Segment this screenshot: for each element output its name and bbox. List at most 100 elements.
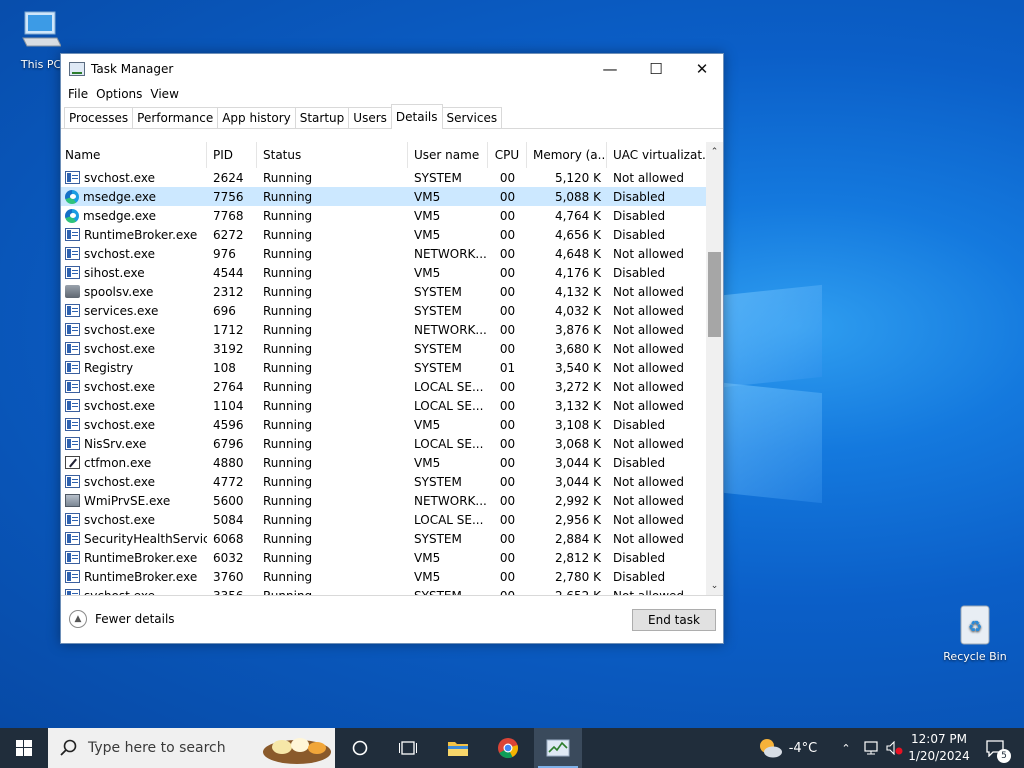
title-bar[interactable]: Task Manager — ☐ ✕ — [61, 54, 723, 84]
chrome-taskbar-button[interactable] — [488, 728, 528, 768]
cpu-cell: 00 — [499, 531, 516, 546]
column-header-memory[interactable]: Memory (a... — [527, 142, 607, 168]
process-name-cell: WmiPrvSE.exe — [61, 491, 207, 510]
fewer-details-button[interactable]: ▲ Fewer details — [69, 610, 175, 628]
tab-users[interactable]: Users — [348, 107, 392, 128]
file-explorer-taskbar-button[interactable] — [438, 728, 478, 768]
table-row[interactable]: WmiPrvSE.exe 5600 Running NETWORK... 00 2,992… — [61, 491, 723, 510]
process-name: RuntimeBroker.exe — [84, 550, 198, 565]
uac-virtualization-cell: Disabled — [613, 227, 666, 242]
table-row[interactable]: svchost.exe 3192 Running SYSTEM 00 3,680 K Not… — [61, 339, 723, 358]
process-name: sihost.exe — [84, 265, 145, 280]
notification-center-button[interactable]: 5 — [980, 728, 1011, 768]
tab-processes[interactable]: Processes — [64, 107, 134, 128]
status-cell: Running — [263, 322, 313, 337]
table-row[interactable]: RuntimeBroker.exe 6032 Running VM5 00 2,812 K… — [61, 548, 723, 567]
table-row[interactable]: spoolsv.exe 2312 Running SYSTEM 00 4,132 K Not… — [61, 282, 723, 301]
column-header-uac-virtualization[interactable]: UAC virtualizat... — [607, 142, 707, 168]
column-header-name[interactable]: Name — [61, 142, 207, 168]
table-row[interactable]: RuntimeBroker.exe 6272 Running VM5 00 4,656 K… — [61, 225, 723, 244]
service-icon — [65, 570, 80, 583]
user-name-cell: SYSTEM — [414, 341, 462, 356]
process-name-cell: svchost.exe — [61, 586, 207, 595]
table-row[interactable]: msedge.exe 7768 Running VM5 00 4,764 K Disable… — [61, 206, 723, 225]
tab-performance[interactable]: Performance — [132, 107, 219, 128]
weather-partly-cloudy-icon — [759, 739, 782, 758]
table-row[interactable]: RuntimeBroker.exe 3760 Running VM5 00 2,780 K… — [61, 567, 723, 586]
end-task-button[interactable]: End task — [632, 609, 716, 631]
vertical-scrollbar[interactable]: ⌃ ⌄ — [706, 142, 723, 595]
tab-startup[interactable]: Startup — [294, 107, 350, 128]
table-row[interactable]: NisSrv.exe 6796 Running LOCAL SE... 00 3,068 … — [61, 434, 723, 453]
weather-widget[interactable]: -4°C — [752, 728, 822, 768]
table-row[interactable]: SecurityHealthServic... 6068 Running SYSTEM… — [61, 529, 723, 548]
status-cell: Running — [263, 246, 313, 261]
service-icon — [65, 513, 80, 526]
status-cell: Running — [263, 170, 313, 185]
scroll-down-arrow-icon[interactable]: ⌄ — [706, 578, 723, 594]
table-row[interactable]: services.exe 696 Running SYSTEM 00 4,032 K Not… — [61, 301, 723, 320]
table-row[interactable]: ctfmon.exe 4880 Running VM5 00 3,044 K Disable… — [61, 453, 723, 472]
task-manager-taskbar-button[interactable] — [534, 728, 582, 768]
process-name-cell: svchost.exe — [61, 244, 207, 263]
start-button[interactable] — [0, 728, 48, 768]
pid-cell: 108 — [213, 360, 236, 375]
memory-cell: 5,120 K — [554, 170, 601, 185]
scroll-up-arrow-icon[interactable]: ⌃ — [706, 144, 723, 160]
process-name: NisSrv.exe — [84, 436, 147, 451]
menu-view[interactable]: View — [146, 87, 182, 101]
menu-options[interactable]: Options — [92, 87, 146, 101]
menu-bar: File Options View — [61, 84, 723, 104]
task-manager-window: Task Manager — ☐ ✕ File Options View Pro… — [60, 53, 724, 644]
table-row[interactable]: svchost.exe 2764 Running LOCAL SE... 00 3,272… — [61, 377, 723, 396]
uac-virtualization-cell: Not allowed — [613, 588, 685, 596]
maximize-button[interactable]: ☐ — [633, 54, 679, 84]
scrollbar-thumb[interactable] — [708, 252, 721, 337]
tab-app-history[interactable]: App history — [217, 107, 296, 128]
cpu-cell: 00 — [499, 588, 516, 596]
volume-muted-icon[interactable] — [884, 728, 906, 768]
close-button[interactable]: ✕ — [679, 54, 725, 84]
show-hidden-icons-chevron-icon[interactable]: ⌃ — [836, 728, 856, 768]
cpu-cell: 00 — [499, 322, 516, 337]
process-name: spoolsv.exe — [84, 284, 154, 299]
service-icon — [65, 418, 80, 431]
tab-services[interactable]: Services — [441, 107, 503, 128]
column-header-user-name[interactable]: User name — [408, 142, 488, 168]
table-row[interactable]: svchost.exe 2624 Running SYSTEM 00 5,120 K Not… — [61, 168, 723, 187]
service-icon — [65, 247, 80, 260]
desktop-icon-recycle-bin[interactable]: ♻ Recycle Bin — [938, 602, 1012, 663]
taskbar-search-box[interactable]: Type here to search — [48, 728, 335, 768]
process-name: svchost.exe — [84, 417, 155, 432]
pid-cell: 6796 — [213, 436, 244, 451]
table-row[interactable]: svchost.exe 1104 Running LOCAL SE... 00 3,132… — [61, 396, 723, 415]
status-cell: Running — [263, 360, 313, 375]
minimize-button[interactable]: — — [587, 54, 633, 84]
table-row[interactable]: svchost.exe 1712 Running NETWORK... 00 3,876 … — [61, 320, 723, 339]
user-name-cell: VM5 — [414, 569, 441, 584]
cortana-button[interactable] — [340, 728, 380, 768]
uac-virtualization-cell: Disabled — [613, 189, 666, 204]
table-row[interactable]: svchost.exe 976 Running NETWORK... 00 4,648 K… — [61, 244, 723, 263]
table-row[interactable]: svchost.exe 4772 Running SYSTEM 00 3,044 K Not… — [61, 472, 723, 491]
column-header-status[interactable]: Status — [257, 142, 408, 168]
menu-file[interactable]: File — [64, 87, 92, 101]
user-name-cell: SYSTEM — [414, 170, 462, 185]
table-row[interactable]: sihost.exe 4544 Running VM5 00 4,176 K Disable… — [61, 263, 723, 282]
table-row[interactable]: Registry 108 Running SYSTEM 01 3,540 K Not all… — [61, 358, 723, 377]
cpu-cell: 00 — [499, 569, 516, 584]
table-row[interactable]: svchost.exe 5084 Running LOCAL SE... 00 2,956… — [61, 510, 723, 529]
task-view-button[interactable] — [388, 728, 428, 768]
pid-cell: 696 — [213, 303, 236, 318]
column-header-cpu[interactable]: CPU — [488, 142, 527, 168]
status-cell: Running — [263, 588, 313, 596]
column-header-pid[interactable]: PID — [207, 142, 257, 168]
table-row[interactable]: svchost.exe 4596 Running VM5 00 3,108 K Disabl… — [61, 415, 723, 434]
pid-cell: 5600 — [213, 493, 244, 508]
table-row[interactable]: msedge.exe 7756 Running VM5 00 5,088 K Disable… — [61, 187, 723, 206]
tab-details[interactable]: Details — [390, 104, 443, 129]
taskbar-clock[interactable]: 12:07 PM 1/20/2024 — [905, 731, 973, 765]
status-cell: Running — [263, 341, 313, 356]
network-icon[interactable] — [860, 728, 882, 768]
table-row[interactable]: svchost.exe 3356 Running SYSTEM 00 2,652 K Not… — [61, 586, 723, 596]
